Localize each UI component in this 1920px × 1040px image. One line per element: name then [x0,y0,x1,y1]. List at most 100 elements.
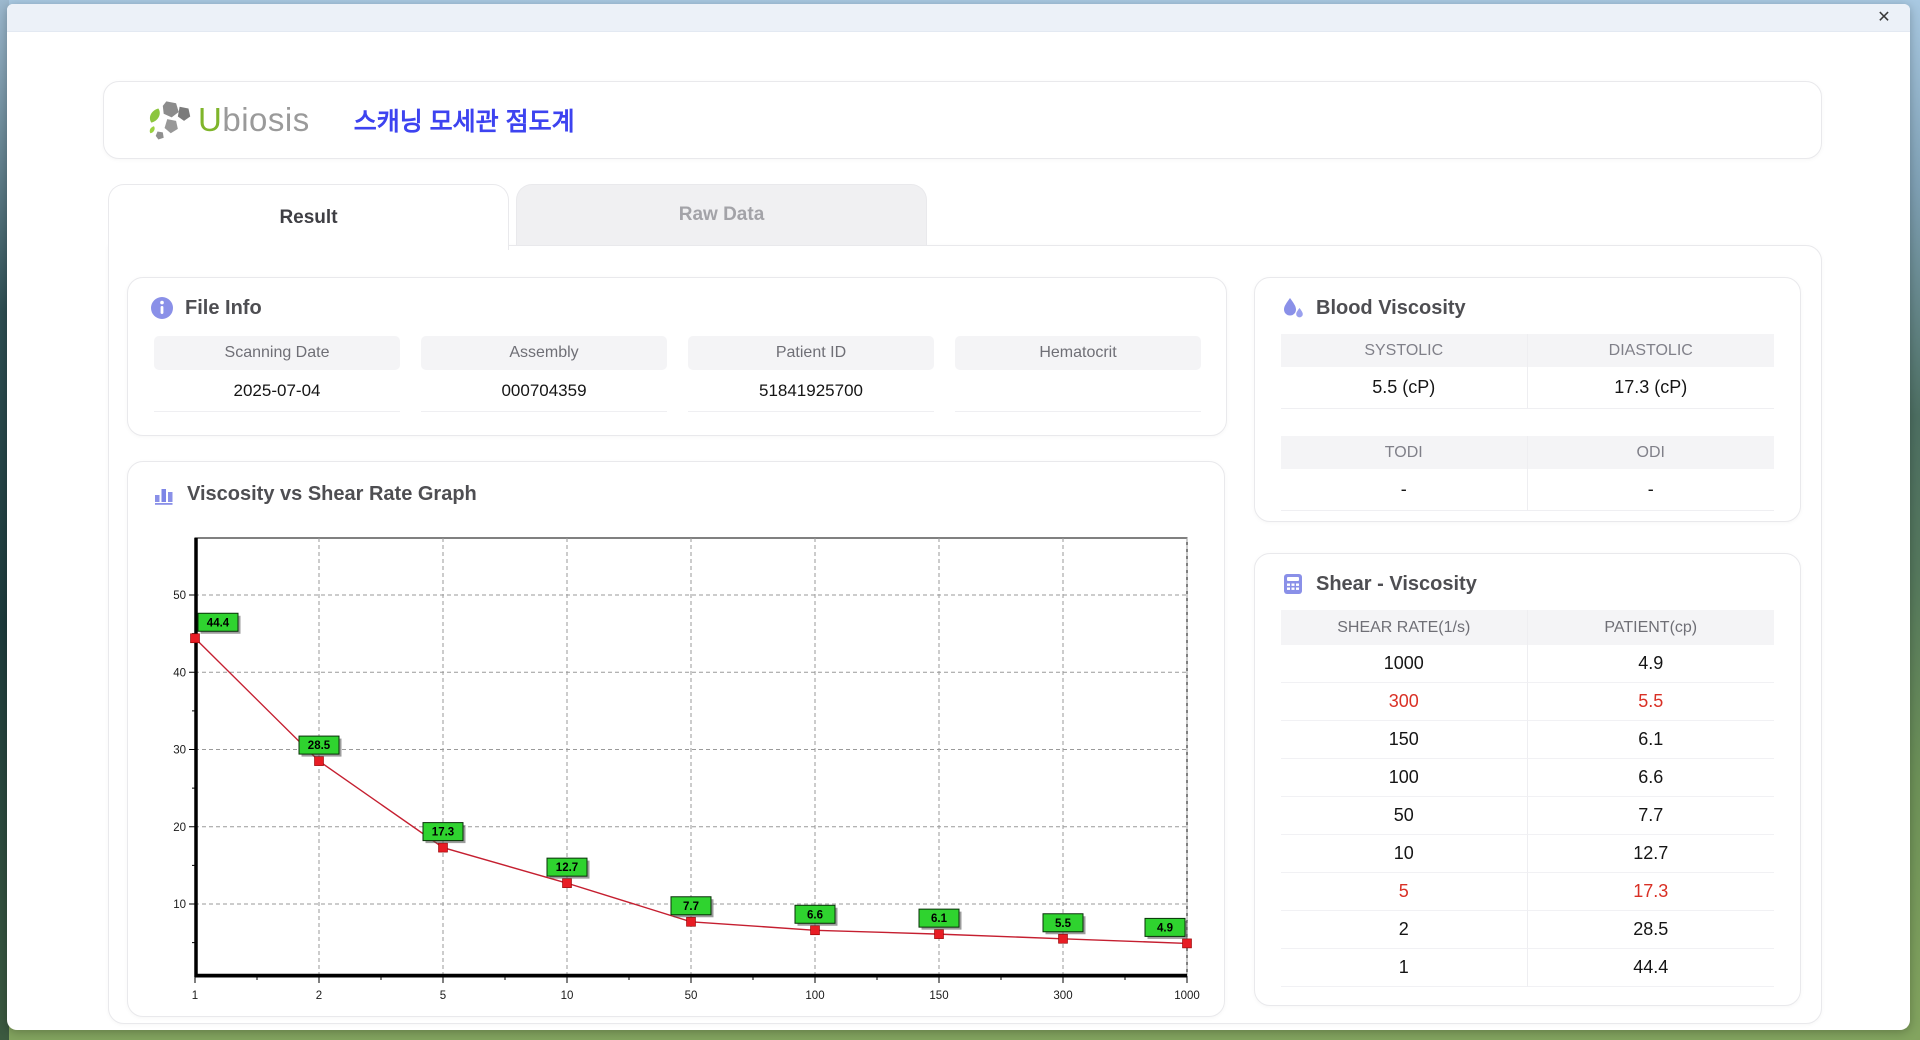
x-tick-label: 1000 [1174,990,1200,1002]
close-icon[interactable]: ✕ [1872,6,1896,30]
bar-chart-icon [152,482,176,506]
patient-cell: 7.7 [1527,797,1774,835]
y-tick-label: 40 [173,667,186,679]
y-tick-label: 10 [173,899,186,911]
viscosity-chart: 10 20 30 40 50 1 2 5 10 50 100 150 300 1000 44.4 28.5 17… [156,520,1201,1015]
viscosity-chart-svg: 10 20 30 40 50 1 2 5 10 50 100 150 300 1000 44.4 28.5 17… [173,537,1200,1002]
table-row: 5 17.3 [1281,873,1774,911]
app-window: ✕ Ubiosis 스캐닝 모세관 점도계 Result Raw Data Fi… [7,4,1910,1030]
shear-viscosity-table: SHEAR RATE(1/s) PATIENT(cp) 1000 4.9 300… [1281,610,1774,987]
table-row: 300 5.5 [1281,683,1774,721]
tab-raw-data[interactable]: Raw Data [516,184,927,245]
y-tick-label: 30 [173,745,186,757]
file-info-field-label: Patient ID [688,336,934,370]
file-info-title: File Info [185,296,262,319]
ubiosis-logo-icon [149,101,191,140]
result-panel: File Info Scanning Date 2025-07-04 Assem… [108,245,1822,1024]
patient-cell: 17.3 [1527,873,1774,911]
ubiosis-logo: Ubiosis [146,99,310,141]
blood-viscosity-title: Blood Viscosity [1316,296,1466,319]
file-info-field-label: Assembly [421,336,667,370]
data-point-label: 4.9 [1157,922,1173,934]
table-row: 150 6.1 [1281,721,1774,759]
shear-table-body: 1000 4.9 300 5.5 150 6.1 100 6.6 50 7.7 … [1281,645,1774,987]
data-point-marker [686,916,696,927]
calculator-icon [1281,572,1305,596]
shear-rate-cell: 10 [1281,835,1528,873]
shear-rate-cell: 300 [1281,683,1528,721]
odi-header: ODI [1527,436,1774,469]
file-info-field-value [955,370,1201,412]
file-info-grid: Scanning Date 2025-07-04 Assembly 000704… [154,336,1226,412]
table-row: 10 12.7 [1281,835,1774,873]
x-tick-label: 5 [440,990,446,1002]
shear-viscosity-title: Shear - Viscosity [1316,572,1477,595]
data-point-marker [1182,938,1192,949]
x-tick-label: 100 [805,990,824,1002]
systolic-value: 5.5 (cP) [1281,367,1528,409]
file-info-field-value: 2025-07-04 [154,370,400,412]
tab-result[interactable]: Result [108,184,509,250]
patient-cell: 28.5 [1527,911,1774,949]
data-point-marker [562,878,572,888]
app-title: 스캐닝 모세관 점도계 [353,108,575,136]
y-tick-label: 50 [173,590,186,602]
table-row: 100 6.6 [1281,759,1774,797]
shear-rate-cell: 100 [1281,759,1528,797]
logo-letter-u: U [198,101,223,138]
blood-viscosity-title-row: Blood Viscosity [1281,296,1774,320]
patient-cell: 6.1 [1527,721,1774,759]
data-point-marker [810,925,820,936]
todi-value: - [1281,469,1528,511]
diastolic-header: DIASTOLIC [1527,334,1774,367]
file-info-field-value: 51841925700 [688,370,934,412]
shear-rate-cell: 1 [1281,949,1528,987]
file-info-field-label: Hematocrit [955,336,1201,370]
patient-cell: 6.6 [1527,759,1774,797]
file-info-field: Patient ID 51841925700 [688,336,934,412]
tab-bar: Result Raw Data [108,184,927,250]
x-tick-label: 1 [192,990,198,1002]
patient-column-header: PATIENT(cp) [1527,610,1774,645]
info-icon [150,296,174,320]
data-point-marker [934,929,944,939]
data-point-label: 28.5 [308,740,331,752]
patient-cell: 44.4 [1527,949,1774,987]
blood-viscosity-table-2: TODI ODI - - [1281,436,1774,511]
shear-rate-cell: 1000 [1281,645,1528,683]
todi-header: TODI [1281,436,1528,469]
data-point-marker [438,842,448,853]
graph-title-row: Viscosity vs Shear Rate Graph [152,482,1224,506]
x-tick-label: 10 [561,990,574,1002]
file-info-field: Hematocrit [955,336,1201,412]
graph-title: Viscosity vs Shear Rate Graph [187,482,477,505]
data-point-label: 12.7 [556,862,578,874]
title-bar: ✕ [7,4,1910,32]
droplets-icon [1281,296,1305,320]
logo-text: Ubiosis [198,101,310,139]
blood-viscosity-table-1: SYSTOLIC DIASTOLIC 5.5 (cP) 17.3 (cP) [1281,334,1774,409]
data-point-label: 6.6 [807,909,823,921]
file-info-field: Assembly 000704359 [421,336,667,412]
shear-viscosity-card: Shear - Viscosity SHEAR RATE(1/s) PATIEN… [1254,553,1801,1006]
shear-viscosity-title-row: Shear - Viscosity [1281,572,1774,596]
shear-rate-column-header: SHEAR RATE(1/s) [1281,610,1528,645]
logo-letters-rest: biosis [222,101,310,138]
odi-value: - [1527,469,1774,511]
file-info-field-value: 000704359 [421,370,667,412]
shear-rate-cell: 50 [1281,797,1528,835]
data-point-label: 5.5 [1055,918,1072,930]
table-row: 2 28.5 [1281,911,1774,949]
x-tick-label: 2 [316,990,322,1002]
x-tick-label: 50 [685,990,698,1002]
data-point-marker [1058,933,1068,944]
patient-cell: 4.9 [1527,645,1774,683]
shear-rate-cell: 2 [1281,911,1528,949]
file-info-field: Scanning Date 2025-07-04 [154,336,400,412]
data-point-label: 44.4 [207,617,230,629]
diastolic-value: 17.3 (cP) [1527,367,1774,409]
x-tick-label: 300 [1053,990,1072,1002]
table-row: 50 7.7 [1281,797,1774,835]
shear-rate-cell: 5 [1281,873,1528,911]
data-point-label: 17.3 [432,827,454,839]
